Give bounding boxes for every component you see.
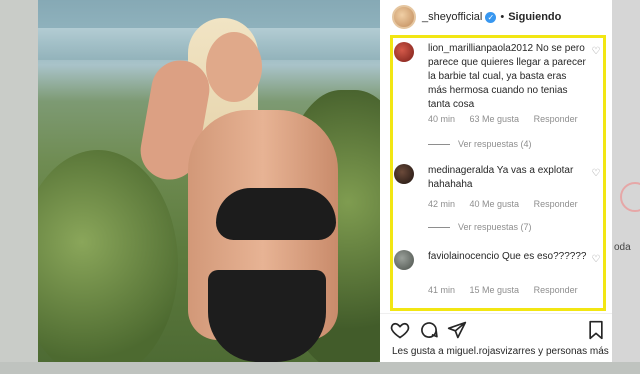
avatar[interactable] bbox=[392, 5, 416, 29]
comment-time: 41 min bbox=[428, 285, 456, 295]
comment-likes[interactable]: 63 Me gusta bbox=[470, 114, 520, 124]
post-header: _sheyofficial ✓ • Siguiendo bbox=[380, 0, 612, 34]
comment-avatar[interactable] bbox=[394, 42, 414, 62]
photo-bikini-bottom bbox=[208, 270, 326, 362]
view-replies-button[interactable]: Ver respuestas (4) bbox=[428, 139, 532, 149]
comment-likes[interactable]: 15 Me gusta bbox=[470, 285, 520, 295]
action-bar bbox=[390, 320, 610, 342]
heart-icon[interactable]: ♡ bbox=[590, 168, 602, 180]
background-text-fragment: oda bbox=[614, 242, 631, 253]
post-photo[interactable] bbox=[38, 0, 380, 362]
comment-time: 40 min bbox=[428, 114, 456, 124]
view-replies-button[interactable]: Ver respuestas (7) bbox=[428, 222, 532, 232]
comment-body: medinageralda Ya vas a explotar hahahaha bbox=[428, 164, 588, 192]
share-icon[interactable] bbox=[447, 320, 469, 342]
heart-icon[interactable] bbox=[390, 320, 412, 342]
replies-line bbox=[428, 227, 450, 229]
comment-avatar[interactable] bbox=[394, 250, 414, 270]
header-username[interactable]: _sheyofficial bbox=[422, 11, 482, 23]
comment-meta: 41 min 15 Me gusta Responder bbox=[428, 285, 590, 295]
comment-likes[interactable]: 40 Me gusta bbox=[470, 199, 520, 209]
comment-body: lion_marillianpaola2012 No se pero parec… bbox=[428, 42, 588, 112]
comment-body: faviolainocencio Que es eso?????? bbox=[428, 250, 588, 264]
comment-username[interactable]: medinageralda bbox=[428, 165, 494, 176]
header-separator: • bbox=[500, 11, 505, 23]
reply-button[interactable]: Responder bbox=[534, 285, 578, 295]
background-left bbox=[0, 0, 38, 374]
heart-icon[interactable]: ♡ bbox=[590, 254, 602, 266]
replies-line bbox=[428, 144, 450, 146]
comment-icon[interactable] bbox=[419, 320, 441, 342]
likes-summary[interactable]: Les gusta a miguel.rojasvizarres y perso… bbox=[392, 346, 609, 357]
background-ring-shape bbox=[620, 182, 640, 212]
photo-bikini-top bbox=[216, 188, 336, 240]
verified-icon: ✓ bbox=[485, 11, 497, 23]
comments-panel: _sheyofficial ✓ • Siguiendo lion_marilli… bbox=[380, 0, 612, 362]
comment-meta: 42 min 40 Me gusta Responder bbox=[428, 199, 590, 209]
comment-username[interactable]: faviolainocencio bbox=[428, 251, 499, 262]
reply-button[interactable]: Responder bbox=[534, 114, 578, 124]
reply-button[interactable]: Responder bbox=[534, 199, 578, 209]
heart-icon[interactable]: ♡ bbox=[590, 46, 602, 58]
comment-meta: 40 min 63 Me gusta Responder bbox=[428, 114, 590, 124]
background-bottom bbox=[0, 362, 640, 374]
comment-text: Que es eso?????? bbox=[501, 251, 587, 262]
view-replies-label: Ver respuestas (7) bbox=[458, 222, 532, 232]
view-replies-label: Ver respuestas (4) bbox=[458, 139, 532, 149]
photo-bush-left bbox=[38, 150, 178, 362]
bookmark-icon[interactable] bbox=[586, 320, 608, 342]
comment-username[interactable]: lion_marillianpaola2012 bbox=[428, 43, 533, 54]
comment-time: 42 min bbox=[428, 199, 456, 209]
divider bbox=[380, 313, 612, 314]
photo-head bbox=[206, 32, 262, 102]
following-button[interactable]: Siguiendo bbox=[508, 11, 561, 23]
comment-avatar[interactable] bbox=[394, 164, 414, 184]
background-right: oda bbox=[612, 0, 640, 374]
